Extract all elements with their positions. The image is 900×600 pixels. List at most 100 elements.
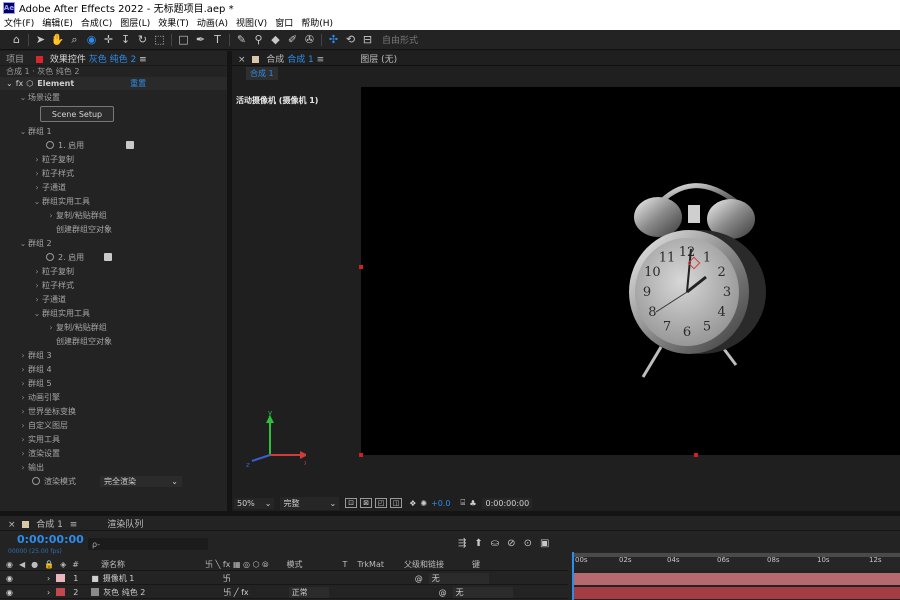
chevron-down-icon[interactable]: ⌄ xyxy=(18,127,28,136)
layer-name[interactable]: 灰色 纯色 2 xyxy=(103,587,223,598)
group-2-item[interactable]: ⌄ 群组实用工具 xyxy=(0,306,227,320)
layer-name[interactable]: 摄像机 1 xyxy=(103,573,223,584)
shy-layers-icon[interactable]: ⛀ xyxy=(491,538,499,549)
world-transform-row[interactable]: › 世界坐标变换 xyxy=(0,404,227,418)
layer-switches[interactable]: 卐 ╱ fx xyxy=(223,587,248,598)
layer-1-duration-bar[interactable] xyxy=(573,573,900,585)
chevron-right-icon[interactable]: › xyxy=(18,435,28,444)
chevron-right-icon[interactable]: › xyxy=(18,449,28,458)
panel-menu-icon[interactable]: ≡ xyxy=(70,520,78,530)
chevron-right-icon[interactable]: › xyxy=(18,351,28,360)
label-icon[interactable]: ◈ xyxy=(60,560,66,569)
group-5-row[interactable]: › 群组 5 xyxy=(0,376,227,390)
eraser-tool-icon[interactable]: ◆ xyxy=(267,32,284,48)
output-row[interactable]: › 输出 xyxy=(0,460,227,474)
brush-tool-icon[interactable]: ✎ xyxy=(233,32,250,48)
fx-icon[interactable]: fx xyxy=(16,79,24,88)
pickwhip-icon[interactable]: @ xyxy=(439,588,447,597)
group-1-subitem[interactable]: › 复制/粘贴群组 xyxy=(0,208,227,222)
dolly-camera-tool-icon[interactable]: ↧ xyxy=(117,32,134,48)
tab-project[interactable]: 项目 xyxy=(0,52,30,65)
menu-window[interactable]: 窗口 xyxy=(275,16,293,29)
expand-arrow-icon[interactable]: › xyxy=(47,588,50,597)
chevron-right-icon[interactable]: › xyxy=(32,295,42,304)
menu-layer[interactable]: 图层(L) xyxy=(120,16,150,29)
layer-mode-select[interactable]: 正常 xyxy=(288,586,329,598)
group-2-row[interactable]: ⌄ 群组 2 xyxy=(0,236,227,250)
home-icon[interactable]: ⌂ xyxy=(8,32,25,48)
3d-draft-icon[interactable]: ◫ xyxy=(390,498,403,508)
group-1-item[interactable]: ⌄ 群组实用工具 xyxy=(0,194,227,208)
pen-tool-icon[interactable]: ✒ xyxy=(192,32,209,48)
group-1-item[interactable]: › 子通道 xyxy=(0,180,227,194)
chevron-right-icon[interactable]: › xyxy=(32,155,42,164)
zoom-select[interactable]: 50% ⌄ xyxy=(234,497,275,509)
freeform-label[interactable]: 自由形式 xyxy=(382,33,418,46)
layer-handle[interactable] xyxy=(359,265,363,269)
lock-icon[interactable]: 🔒 xyxy=(44,560,54,569)
group-2-item[interactable]: › 粒子样式 xyxy=(0,278,227,292)
layer-parent-select[interactable]: 无 xyxy=(428,572,489,584)
stopwatch-icon[interactable] xyxy=(46,253,54,261)
timeline-timecode[interactable]: 0:00:00:00 xyxy=(17,533,84,546)
tab-effect-controls[interactable]: 效果控件 灰色 纯色 2 ≡ xyxy=(30,52,153,65)
comp-flowchart-icon[interactable]: ⇶ xyxy=(458,538,466,549)
visibility-icon[interactable]: ◉ xyxy=(6,588,13,597)
group-4-row[interactable]: › 群组 4 xyxy=(0,362,227,376)
menu-help[interactable]: 帮助(H) xyxy=(301,16,333,29)
layer-handle[interactable] xyxy=(359,453,363,457)
utilities-row[interactable]: › 实用工具 xyxy=(0,432,227,446)
scene-setup-button[interactable]: Scene Setup xyxy=(40,106,114,122)
chevron-right-icon[interactable]: › xyxy=(32,281,42,290)
motion-blur-icon[interactable]: ⊙ xyxy=(524,538,532,549)
menu-animation[interactable]: 动画(A) xyxy=(197,16,228,29)
pickwhip-icon[interactable]: @ xyxy=(415,574,423,583)
chevron-down-icon[interactable]: ⌄ xyxy=(32,197,42,206)
solo-icon[interactable]: ● xyxy=(31,560,38,569)
menu-composition[interactable]: 合成(C) xyxy=(81,16,112,29)
pan-behind-tool-icon[interactable]: ⬚ xyxy=(151,32,168,48)
chevron-right-icon[interactable]: › xyxy=(18,463,28,472)
group-2-item[interactable]: › 子通道 xyxy=(0,292,227,306)
render-mode-select[interactable]: 完全渲染 ⌄ xyxy=(100,475,182,487)
tab-render-queue[interactable]: 渲染队列 xyxy=(99,517,151,530)
layer-2-duration-bar[interactable] xyxy=(573,587,900,599)
tab-comp[interactable]: × 合成 合成 1 ≡ xyxy=(232,52,330,65)
transparency-grid-icon[interactable]: ⊠ xyxy=(360,498,373,508)
expand-arrow-icon[interactable]: › xyxy=(47,574,50,583)
graph-editor-icon[interactable]: ▣ xyxy=(540,538,549,549)
orbit-camera-tool-icon[interactable]: ◉ xyxy=(83,32,100,48)
mask-visibility-icon[interactable]: ◰ xyxy=(375,498,388,508)
group-1-subitem[interactable]: 创建群组空对象 xyxy=(0,222,227,236)
col-source-name[interactable]: 源名称 xyxy=(101,559,125,570)
close-icon[interactable]: × xyxy=(238,55,246,65)
menu-effect[interactable]: 效果(T) xyxy=(158,16,189,29)
audio-icon[interactable]: ◀ xyxy=(19,560,25,569)
chevron-down-icon[interactable]: ⌄ xyxy=(32,309,42,318)
show-snapshot-icon[interactable]: ♣ xyxy=(469,499,476,508)
av-features-icon[interactable]: ◉ xyxy=(6,560,13,569)
resolution-select[interactable]: 完整 ⌄ xyxy=(280,496,340,510)
tab-layer[interactable]: 图层 (无) xyxy=(354,52,403,65)
rotate-tool-icon[interactable]: ↻ xyxy=(134,32,151,48)
group-2-subitem[interactable]: 创建群组空对象 xyxy=(0,334,227,348)
selection-tool-icon[interactable]: ➤ xyxy=(32,32,49,48)
type-tool-icon[interactable]: T xyxy=(209,32,226,48)
pan-camera-tool-icon[interactable]: ✛ xyxy=(100,32,117,48)
group-2-item[interactable]: › 粒子复制 xyxy=(0,264,227,278)
tab-timeline-comp[interactable]: × 合成 1 ≡ xyxy=(0,517,85,530)
axis-mode-icon[interactable]: ✣ xyxy=(325,32,342,48)
rectangle-tool-icon[interactable]: □ xyxy=(175,32,192,48)
visibility-icon[interactable]: ◉ xyxy=(6,574,13,583)
layer-label-swatch[interactable] xyxy=(56,588,66,596)
chevron-right-icon[interactable]: › xyxy=(46,323,56,332)
view-axis-icon[interactable]: ⊟ xyxy=(359,32,376,48)
menu-view[interactable]: 视图(V) xyxy=(236,16,267,29)
chevron-right-icon[interactable]: › xyxy=(32,169,42,178)
comp-sub-tab[interactable]: 合成 1 xyxy=(246,66,278,80)
chevron-right-icon[interactable]: › xyxy=(18,365,28,374)
group-1-item[interactable]: › 粒子样式 xyxy=(0,166,227,180)
composition-viewer[interactable]: 12 1 2 3 4 5 6 7 8 9 10 11 xyxy=(359,87,900,457)
layer-parent-select[interactable]: 无 xyxy=(452,586,513,598)
panel-menu-icon[interactable]: ≡ xyxy=(139,55,147,65)
